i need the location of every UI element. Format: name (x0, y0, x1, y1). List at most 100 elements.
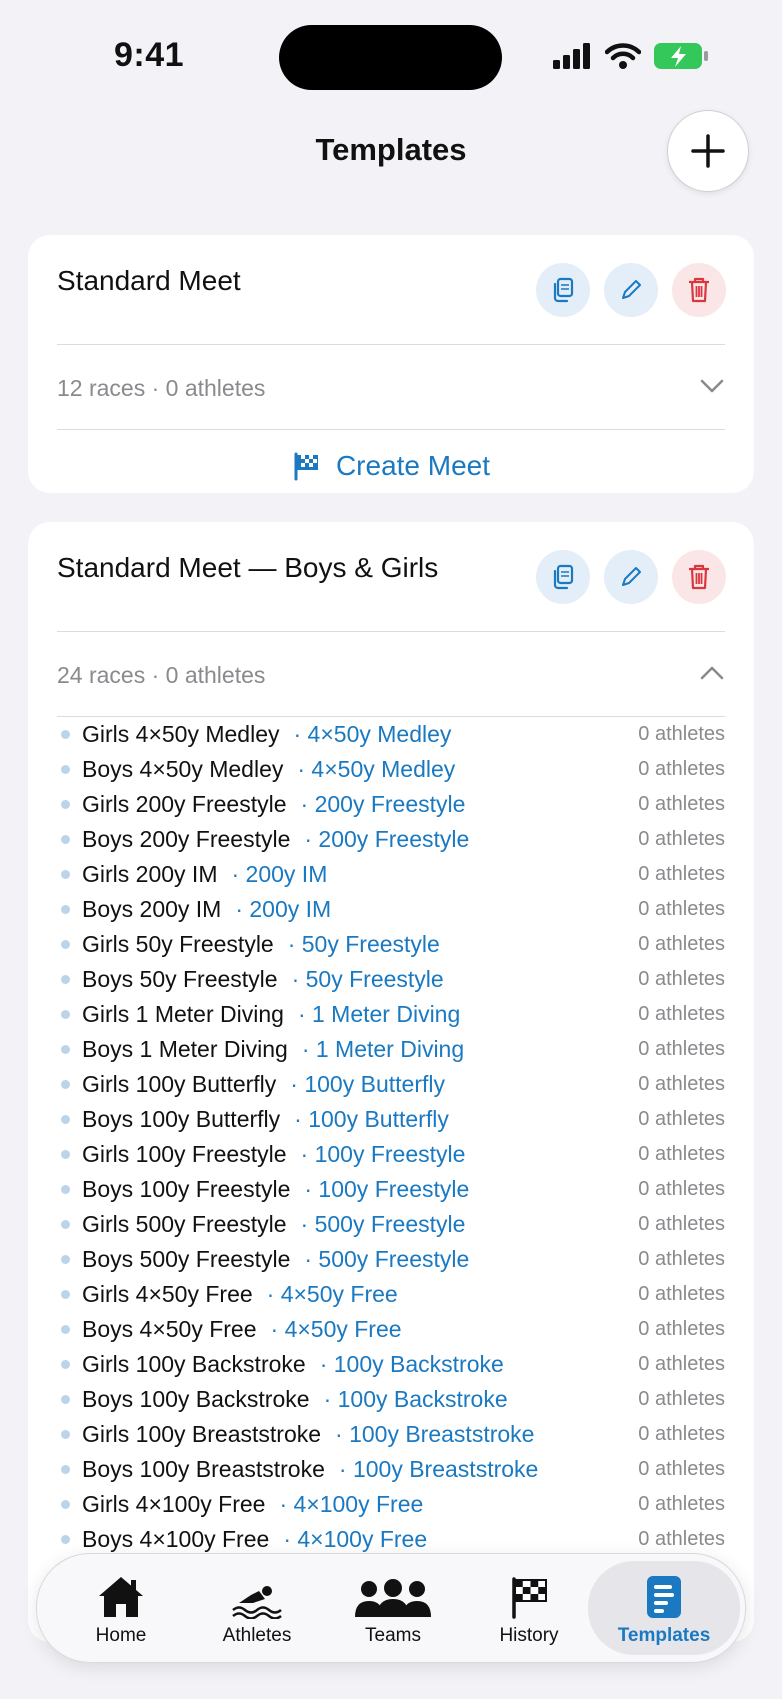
edit-button[interactable] (604, 263, 658, 317)
template-summary[interactable]: 24 races · 0 athletes (57, 662, 265, 689)
race-row[interactable]: Boys 200y IM · 200y IM 0 athletes (57, 892, 725, 927)
duplicate-button[interactable] (536, 550, 590, 604)
race-name: Boys 1 Meter Diving (82, 1036, 288, 1062)
duplicate-button[interactable] (536, 263, 590, 317)
race-type: · 100y Breaststroke (338, 1456, 539, 1482)
race-athlete-count: 0 athletes (638, 1143, 725, 1165)
tab-label: History (499, 1625, 559, 1646)
race-row[interactable]: Girls 4×100y Free · 4×100y Free 0 athletes (57, 1487, 725, 1522)
template-actions (536, 263, 726, 317)
race-name: Girls 4×50y Medley (82, 721, 280, 747)
bullet-dot (61, 730, 70, 739)
race-row[interactable]: Girls 100y Butterfly · 100y Butterfly 0 at… (57, 1067, 725, 1102)
pencil-icon (622, 567, 641, 586)
race-athlete-count: 0 athletes (638, 793, 725, 815)
race-name: Boys 200y IM (82, 896, 222, 922)
delete-button[interactable] (672, 263, 726, 317)
race-type: · 100y Butterfly (290, 1071, 445, 1097)
race-row[interactable]: Boys 50y Freestyle · 50y Freestyle 0 athle… (57, 962, 725, 997)
bullet-dot (61, 1430, 70, 1439)
race-athlete-count: 0 athletes (638, 1283, 725, 1305)
race-row[interactable]: Girls 50y Freestyle · 50y Freestyle 0 athl… (57, 927, 725, 962)
race-athlete-count: 0 athletes (638, 968, 725, 990)
chevron-down-icon[interactable] (700, 378, 724, 394)
race-row[interactable]: Boys 200y Freestyle · 200y Freestyle 0 ath… (57, 822, 725, 857)
document-icon (647, 1576, 681, 1618)
tab-history[interactable]: History (461, 1554, 597, 1662)
race-athlete-count: 0 athletes (638, 1038, 725, 1060)
tab-teams[interactable]: Teams (325, 1554, 461, 1662)
cellular-signal-icon (553, 43, 590, 69)
race-type: · 200y IM (235, 896, 332, 922)
race-type: · 500y Freestyle (300, 1211, 466, 1237)
delete-button[interactable] (672, 550, 726, 604)
race-name: Boys 500y Freestyle (82, 1246, 291, 1272)
race-row[interactable]: Boys 100y Butterfly · 100y Butterfly 0 ath… (57, 1102, 725, 1137)
bullet-dot (61, 1115, 70, 1124)
race-row[interactable]: Girls 200y Freestyle · 200y Freestyle 0 at… (57, 787, 725, 822)
race-row[interactable]: Girls 200y IM · 200y IM 0 athletes (57, 857, 725, 892)
bullet-dot (61, 905, 70, 914)
tab-templates[interactable]: Templates (588, 1561, 740, 1655)
race-row[interactable]: Girls 1 Meter Diving · 1 Meter Diving 0 at… (57, 997, 725, 1032)
template-summary[interactable]: 12 races · 0 athletes (57, 375, 265, 402)
bullet-dot (61, 1010, 70, 1019)
create-meet-label: Create Meet (335, 450, 491, 481)
race-name: Boys 100y Freestyle (82, 1176, 291, 1202)
race-type: · 1 Meter Diving (301, 1036, 465, 1062)
race-athlete-count: 0 athletes (638, 1248, 725, 1270)
race-athlete-count: 0 athletes (638, 863, 725, 885)
edit-button[interactable] (604, 550, 658, 604)
status-time: 9:41 (114, 36, 185, 74)
race-athlete-count: 0 athletes (638, 1003, 725, 1025)
race-row[interactable]: Boys 500y Freestyle · 500y Freestyle 0 ath… (57, 1242, 725, 1277)
race-name: Boys 100y Backstroke (82, 1386, 310, 1412)
race-name: Boys 100y Breaststroke (82, 1456, 325, 1482)
race-row[interactable]: Boys 4×100y Free · 4×100y Free 0 athletes (57, 1522, 725, 1557)
race-athlete-count: 0 athletes (638, 1108, 725, 1130)
race-name: Girls 4×100y Free (82, 1491, 266, 1517)
tab-home[interactable]: Home (53, 1554, 189, 1662)
bullet-dot (61, 1500, 70, 1509)
race-row[interactable]: Boys 1 Meter Diving · 1 Meter Diving 0 ath… (57, 1032, 725, 1067)
race-list: Girls 4×50y Medley · 4×50y Medley 0 athlet… (57, 717, 725, 1557)
race-row[interactable]: Boys 4×50y Free · 4×50y Free 0 athletes (57, 1312, 725, 1347)
race-name: Girls 500y Freestyle (82, 1211, 287, 1237)
race-row[interactable]: Girls 500y Freestyle · 500y Freestyle 0 at… (57, 1207, 725, 1242)
page-title: Templates (315, 132, 467, 167)
race-row[interactable]: Girls 100y Freestyle · 100y Freestyle 0 at… (57, 1137, 725, 1172)
copy-icon (553, 277, 574, 303)
bullet-dot (61, 1255, 70, 1264)
race-type: · 100y Freestyle (304, 1176, 470, 1202)
status-bar: 9:41 (0, 0, 782, 110)
tab-label: Teams (365, 1625, 421, 1646)
chevron-up-icon[interactable] (700, 665, 724, 681)
race-row[interactable]: Boys 100y Backstroke · 100y Backstroke 0 a… (57, 1382, 725, 1417)
race-row[interactable]: Boys 100y Freestyle · 100y Freestyle 0 ath… (57, 1172, 725, 1207)
bullet-dot (61, 1220, 70, 1229)
race-row[interactable]: Girls 100y Breaststroke · 100y Breaststro… (57, 1417, 725, 1452)
dynamic-island (279, 25, 502, 90)
bullet-dot (61, 765, 70, 774)
bullet-dot (61, 1325, 70, 1334)
race-type: · 50y Freestyle (291, 966, 444, 992)
race-row[interactable]: Girls 4×50y Medley · 4×50y Medley 0 athlet… (57, 717, 725, 752)
tab-label: Athletes (222, 1625, 292, 1646)
create-meet-button[interactable]: Create Meet (28, 444, 754, 488)
template-actions (536, 550, 726, 604)
wifi-icon (605, 43, 641, 69)
template-title: Standard Meet (57, 265, 241, 296)
race-row[interactable]: Boys 4×50y Medley · 4×50y Medley 0 athlete… (57, 752, 725, 787)
bullet-dot (61, 1360, 70, 1369)
race-name: Boys 50y Freestyle (82, 966, 278, 992)
race-row[interactable]: Girls 100y Backstroke · 100y Backstroke 0 … (57, 1347, 725, 1382)
tab-label: Templates (617, 1625, 711, 1646)
tab-athletes[interactable]: Athletes (189, 1554, 325, 1662)
template-card: Standard Meet — Boys & Girls 24 races · … (28, 522, 754, 1642)
race-row[interactable]: Boys 100y Breaststroke · 100y Breaststrok… (57, 1452, 725, 1487)
race-name: Girls 4×50y Free (82, 1281, 253, 1307)
race-name: Boys 4×50y Free (82, 1316, 257, 1342)
race-row[interactable]: Girls 4×50y Free · 4×50y Free 0 athletes (57, 1277, 725, 1312)
add-template-button[interactable] (667, 110, 749, 192)
race-athlete-count: 0 athletes (638, 1353, 725, 1375)
